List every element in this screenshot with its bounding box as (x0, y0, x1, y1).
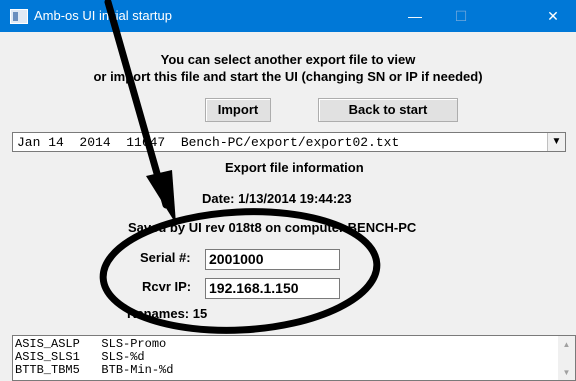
export-date: Date: 1/13/2014 19:44:23 (202, 191, 352, 206)
renames-count: Renames: 15 (127, 306, 208, 321)
list-item[interactable]: BTTB_TBM5 BTB-Min-%d (15, 364, 173, 377)
window-title: Amb-os UI initial startup (34, 8, 172, 23)
rename-name: SLS-Promo (101, 337, 167, 351)
minimize-button[interactable]: — (392, 0, 438, 32)
export-file-select[interactable]: Jan 14 2014 11647 Bench-PC/export/export… (12, 132, 566, 152)
back-to-start-button[interactable]: Back to start (318, 98, 458, 122)
vertical-scrollbar[interactable]: ▲ ▼ (558, 336, 575, 380)
rename-code: BTTB_TBM5 (15, 363, 80, 377)
rename-name: BTB-Min-%d (101, 363, 174, 377)
serial-input[interactable]: 2001000 (205, 249, 340, 270)
app-icon (10, 9, 28, 24)
window-body (0, 32, 576, 381)
rename-name: SLS-%d (101, 350, 145, 364)
export-info-heading: Export file information (225, 160, 364, 175)
import-button[interactable]: Import (205, 98, 271, 122)
renames-list[interactable]: ASIS_ASLP SLS-Promo ASIS_SLS1 SLS-%d BTT… (12, 335, 576, 381)
rename-code: ASIS_ASLP (15, 337, 80, 351)
maximize-button[interactable]: ☐ (438, 0, 484, 32)
scroll-down-icon[interactable]: ▼ (558, 366, 575, 380)
rename-code: ASIS_SLS1 (15, 350, 80, 364)
export-file-select-value: Jan 14 2014 11647 Bench-PC/export/export… (17, 135, 400, 150)
serial-label: Serial #: (140, 250, 191, 265)
saved-by: Saved by UI rev 018t8 on computer BENCH-… (128, 220, 417, 235)
scroll-up-icon[interactable]: ▲ (558, 338, 575, 352)
chevron-down-icon[interactable]: ▼ (547, 133, 565, 151)
intro-line-1: You can select another export file to vi… (160, 52, 416, 67)
rcvr-ip-input[interactable]: 192.168.1.150 (205, 278, 340, 299)
intro-line-2: or import this file and start the UI (ch… (93, 69, 483, 84)
close-button[interactable]: ✕ (530, 0, 576, 32)
rcvr-ip-label: Rcvr IP: (142, 279, 192, 294)
title-bar: Amb-os UI initial startup — ☐ ✕ (0, 0, 576, 32)
